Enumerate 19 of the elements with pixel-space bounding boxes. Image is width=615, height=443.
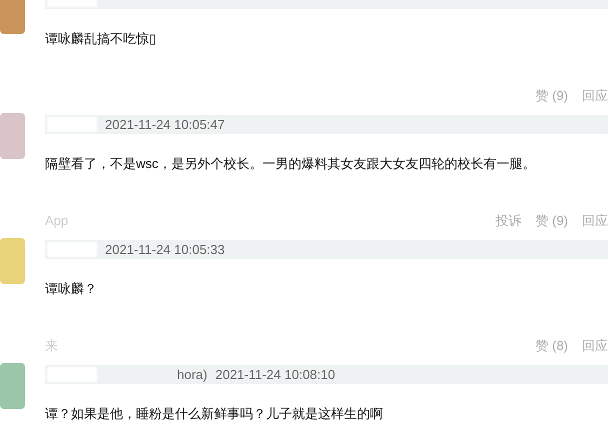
comment-action[interactable]: 回应	[582, 86, 608, 106]
avatar[interactable]	[0, 238, 25, 284]
comment-text: 谭咏麟乱搞不吃惊▯	[45, 30, 157, 47]
comment-action[interactable]: 回应	[582, 336, 608, 356]
comment-text: 隔壁看了，不是wsc，是另外个校长。一男的爆料其女友跟大女友四轮的校长有一腿。	[45, 155, 536, 172]
username[interactable]: hora)	[177, 364, 208, 384]
comment-text: 谭咏麟？	[45, 280, 98, 297]
avatar[interactable]	[0, 0, 25, 34]
timestamp: 2021-11-24 10:08:10	[215, 366, 336, 384]
comment-action[interactable]: 赞 (8)	[536, 336, 568, 356]
comment-text: 谭？如果是他，睡粉是什么新鲜事吗？儿子就是这样生的啊	[45, 405, 384, 422]
comment-action[interactable]: 回应	[582, 211, 608, 231]
comment-action[interactable]: 投诉	[496, 211, 522, 231]
avatar[interactable]	[0, 113, 25, 159]
avatar[interactable]	[0, 363, 25, 409]
comment-action[interactable]: 赞 (9)	[536, 211, 568, 231]
timestamp: 2021-11-24 10:05:33	[105, 240, 225, 259]
comment-action[interactable]: 赞 (9)	[536, 86, 568, 106]
timestamp: 2021-11-24 10:05:47	[105, 116, 225, 134]
